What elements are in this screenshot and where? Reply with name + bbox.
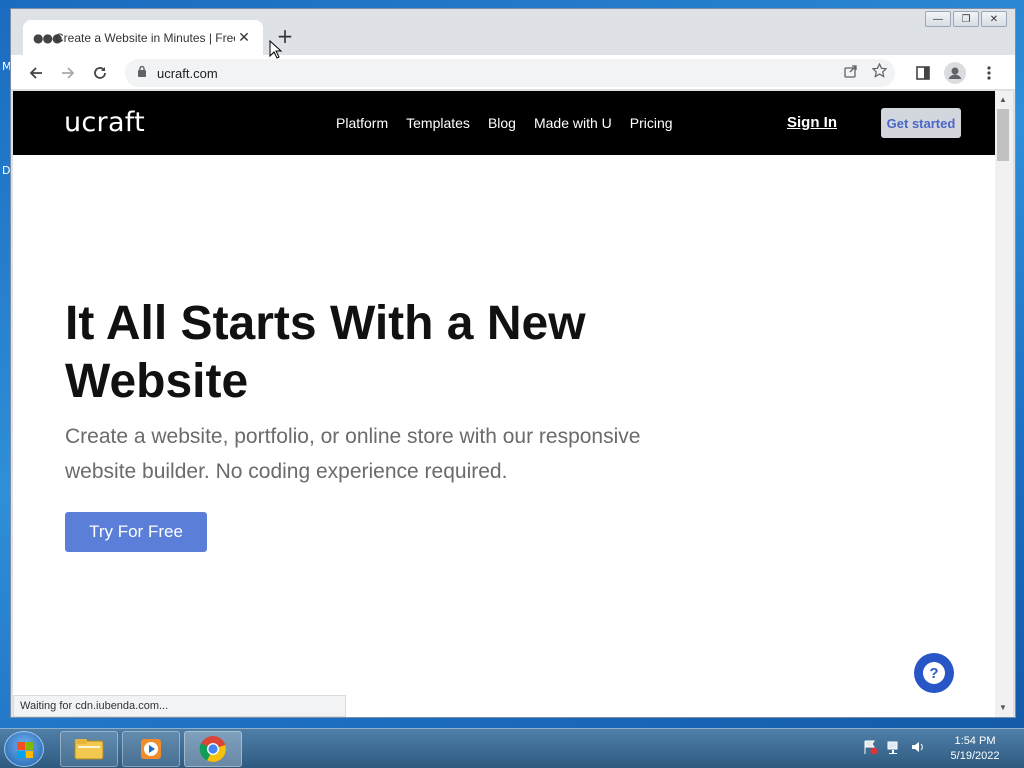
nav-blog[interactable]: Blog bbox=[488, 115, 516, 131]
system-tray bbox=[862, 739, 926, 760]
nav-pricing[interactable]: Pricing bbox=[630, 115, 673, 131]
side-panel-icon[interactable] bbox=[911, 61, 935, 85]
clock-time: 1:54 PM bbox=[954, 735, 996, 747]
windows-flag-icon bbox=[17, 742, 33, 758]
ucraft-logo[interactable]: ucraft bbox=[64, 107, 145, 138]
profile-avatar-icon[interactable] bbox=[943, 61, 967, 85]
reload-button[interactable] bbox=[88, 61, 112, 85]
media-player-taskbar-button[interactable] bbox=[122, 731, 180, 767]
close-tab-icon[interactable]: ✕ bbox=[235, 30, 253, 46]
nav-platform[interactable]: Platform bbox=[336, 115, 388, 131]
chrome-taskbar-button[interactable] bbox=[184, 731, 242, 767]
file-explorer-icon bbox=[74, 739, 104, 760]
clock[interactable]: 1:54 PM 5/19/2022 bbox=[940, 734, 1010, 764]
chrome-icon bbox=[199, 736, 226, 762]
site-header: ucraft Platform Templates Blog Made with… bbox=[13, 91, 995, 155]
lock-icon[interactable] bbox=[137, 64, 147, 82]
vertical-scrollbar[interactable]: ▲ ▼ bbox=[995, 91, 1013, 717]
bookmark-star-icon[interactable] bbox=[871, 62, 888, 83]
taskbar: 1:54 PM 5/19/2022 bbox=[0, 728, 1024, 768]
main-nav: Platform Templates Blog Made with U Pric… bbox=[336, 115, 673, 131]
nav-made-with-u[interactable]: Made with U bbox=[534, 115, 612, 131]
file-explorer-taskbar-button[interactable] bbox=[60, 731, 118, 767]
action-center-flag-icon[interactable] bbox=[862, 739, 878, 760]
volume-icon[interactable] bbox=[910, 739, 926, 760]
scroll-up-icon[interactable]: ▲ bbox=[999, 95, 1007, 104]
share-icon[interactable] bbox=[844, 64, 858, 83]
media-player-icon bbox=[141, 739, 161, 759]
scroll-thumb[interactable] bbox=[997, 109, 1009, 161]
mouse-cursor-icon bbox=[269, 40, 283, 59]
help-button[interactable]: ? bbox=[914, 653, 954, 693]
try-for-free-button[interactable]: Try For Free bbox=[65, 512, 207, 552]
start-button[interactable] bbox=[4, 731, 44, 767]
hero-subtitle: Create a website, portfolio, or online s… bbox=[65, 425, 641, 483]
question-icon: ? bbox=[923, 662, 945, 684]
browser-window: — ❐ ✕ ●●● Create a Website in Minutes | … bbox=[10, 8, 1016, 718]
tab-strip: ●●● Create a Website in Minutes | Free ✕… bbox=[11, 9, 1015, 55]
tab-title: Create a Website in Minutes | Free bbox=[55, 30, 235, 45]
address-bar[interactable]: ucraft.com bbox=[125, 59, 895, 87]
browser-tab[interactable]: ●●● Create a Website in Minutes | Free ✕ bbox=[23, 20, 263, 55]
page-viewport: ucraft Platform Templates Blog Made with… bbox=[13, 91, 995, 717]
browser-toolbar: ucraft.com bbox=[11, 55, 1015, 90]
scroll-down-icon[interactable]: ▼ bbox=[999, 703, 1007, 712]
forward-button[interactable] bbox=[56, 61, 80, 85]
hero-title: It All Starts With a New Website bbox=[65, 297, 586, 408]
menu-kebab-icon[interactable] bbox=[977, 61, 1001, 85]
status-bar: Waiting for cdn.iubenda.com... bbox=[13, 695, 346, 717]
clock-date: 5/19/2022 bbox=[950, 750, 1000, 762]
nav-templates[interactable]: Templates bbox=[406, 115, 470, 131]
loading-icon: ●●● bbox=[33, 30, 62, 45]
network-icon[interactable] bbox=[886, 739, 902, 760]
back-button[interactable] bbox=[24, 61, 48, 85]
get-started-button[interactable]: Get started bbox=[881, 108, 961, 138]
sign-in-link[interactable]: Sign In bbox=[787, 114, 837, 131]
url-text: ucraft.com bbox=[157, 65, 218, 81]
